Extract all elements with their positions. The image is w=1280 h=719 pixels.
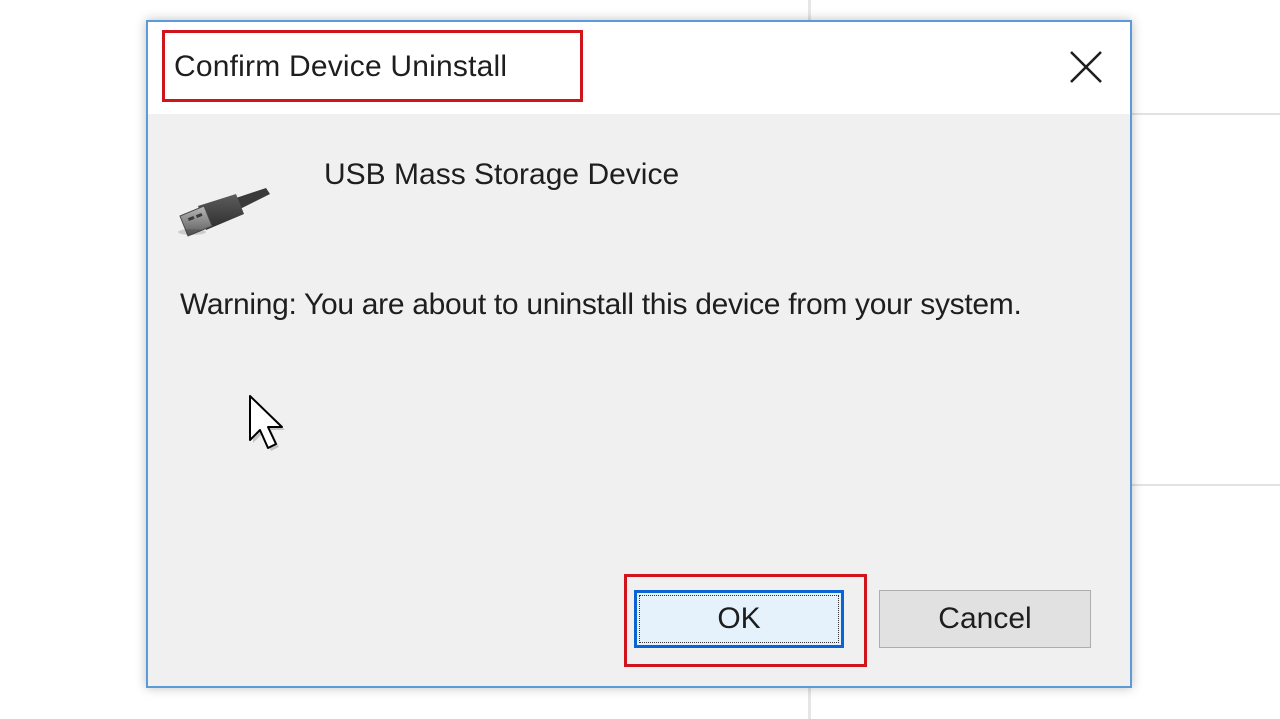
- mouse-pointer-icon: [246, 392, 290, 459]
- usb-connector-icon: [178, 184, 274, 245]
- confirm-uninstall-dialog: Confirm Device Uninstall USB Mass Storag…: [146, 20, 1132, 688]
- ok-button[interactable]: OK: [634, 590, 844, 648]
- title-highlight-annotation: [162, 30, 583, 102]
- close-button[interactable]: [1056, 40, 1116, 94]
- close-icon: [1070, 51, 1102, 83]
- device-name: USB Mass Storage Device: [324, 158, 680, 191]
- warning-message: Warning: You are about to uninstall this…: [180, 288, 1022, 321]
- cancel-button[interactable]: Cancel: [879, 590, 1091, 648]
- background-divider: [1132, 484, 1280, 486]
- background-divider: [1132, 113, 1280, 115]
- dialog-titlebar: Confirm Device Uninstall: [148, 22, 1130, 114]
